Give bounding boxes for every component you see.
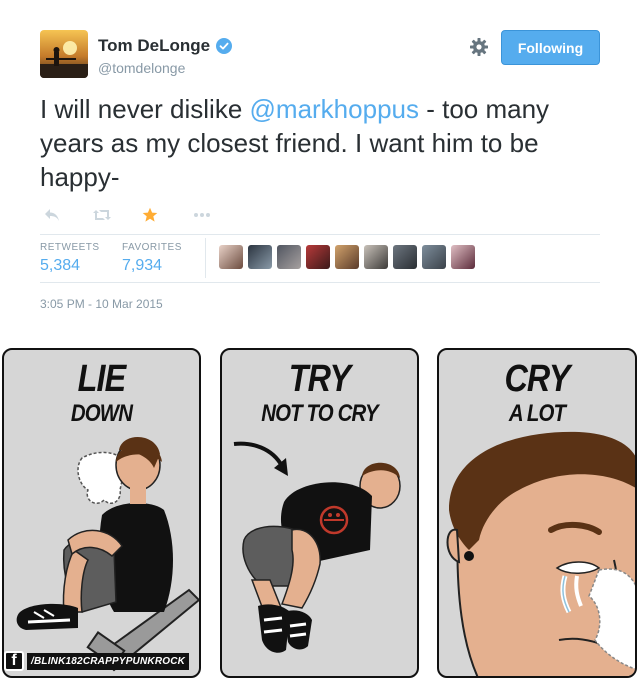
favorites-label: FAVORITES bbox=[122, 242, 182, 253]
tweet-actions bbox=[42, 205, 212, 225]
meme-panel-lie-down: LIE DOWN bbox=[2, 348, 201, 678]
author-name[interactable]: Tom DeLonge bbox=[98, 36, 210, 56]
favorite-star-icon[interactable] bbox=[140, 205, 160, 225]
stats-bottom-divider bbox=[40, 282, 600, 283]
stats-separator bbox=[205, 238, 206, 278]
retweets-stat[interactable]: RETWEETS 5,384 bbox=[40, 242, 100, 275]
favoriter-avatar[interactable] bbox=[219, 245, 243, 269]
retweet-icon[interactable] bbox=[92, 205, 112, 225]
panel-3-subtitle: A LOT bbox=[508, 400, 566, 427]
panel-2-title: TRY bbox=[288, 358, 351, 400]
meme-image: LIE DOWN TRY NOT TO CRY CRY A LOT f /BLI… bbox=[0, 340, 639, 700]
gear-icon[interactable] bbox=[469, 37, 489, 57]
following-button[interactable]: Following bbox=[501, 30, 600, 65]
favoriter-avatar[interactable] bbox=[277, 245, 301, 269]
panel-1-title: LIE bbox=[77, 358, 127, 400]
favorites-stat[interactable]: FAVORITES 7,934 bbox=[122, 242, 182, 275]
more-icon[interactable] bbox=[192, 205, 212, 225]
favorites-count[interactable]: 7,934 bbox=[122, 257, 182, 275]
panel-2-subtitle: NOT TO CRY bbox=[261, 400, 378, 427]
retweets-label: RETWEETS bbox=[40, 242, 100, 253]
favoriter-avatar[interactable] bbox=[451, 245, 475, 269]
reply-icon[interactable] bbox=[42, 205, 62, 225]
tweet-text-before: I will never dislike bbox=[40, 94, 250, 124]
favoriter-avatar[interactable] bbox=[335, 245, 359, 269]
facebook-watermark: f /BLINK182CRAPPYPUNKROCK bbox=[4, 650, 190, 672]
mention-link[interactable]: @markhoppus bbox=[250, 94, 419, 124]
panel-3-title: CRY bbox=[504, 358, 570, 400]
tweet-text: I will never dislike @markhoppus - too m… bbox=[40, 92, 610, 194]
meme-panel-cry-a-lot: CRY A LOT bbox=[437, 348, 637, 678]
author-handle[interactable]: @tomdelonge bbox=[98, 60, 185, 76]
favoriter-avatar[interactable] bbox=[364, 245, 388, 269]
retweets-count[interactable]: 5,384 bbox=[40, 257, 100, 275]
facebook-logo-icon: f bbox=[4, 651, 24, 671]
favoriter-avatar[interactable] bbox=[393, 245, 417, 269]
favorited-by-avatars bbox=[219, 245, 475, 269]
stats-top-divider bbox=[40, 234, 600, 235]
panel-1-subtitle: DOWN bbox=[70, 400, 133, 427]
author-avatar[interactable] bbox=[40, 30, 88, 78]
tweet-timestamp[interactable]: 3:05 PM - 10 Mar 2015 bbox=[40, 297, 163, 311]
watermark-text: /BLINK182CRAPPYPUNKROCK bbox=[27, 652, 190, 670]
favoriter-avatar[interactable] bbox=[248, 245, 272, 269]
favoriter-avatar[interactable] bbox=[306, 245, 330, 269]
meme-panel-try-not-to-cry: TRY NOT TO CRY bbox=[220, 348, 419, 678]
favoriter-avatar[interactable] bbox=[422, 245, 446, 269]
verified-badge-icon bbox=[216, 38, 233, 54]
tweet-card: Tom DeLonge @tomdelonge Following I will… bbox=[0, 0, 639, 335]
